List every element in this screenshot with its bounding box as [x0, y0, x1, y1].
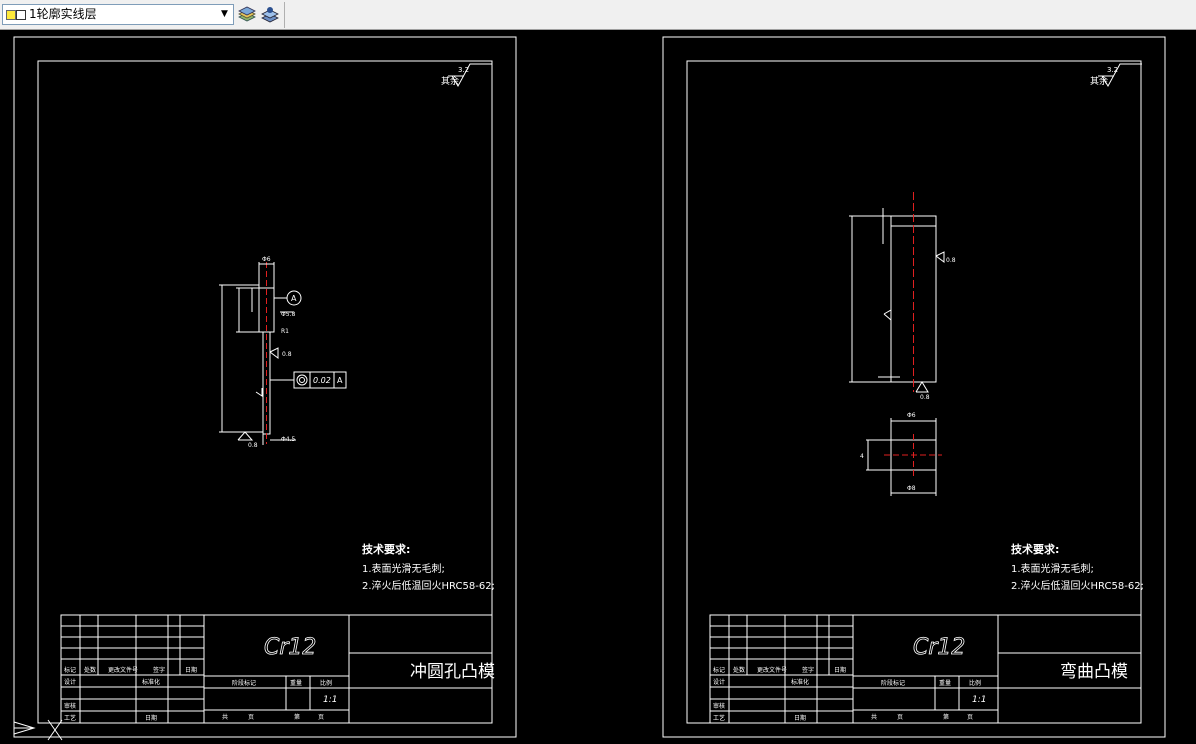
svg-text:设计: 设计 [64, 678, 76, 686]
svg-text:重量: 重量 [939, 679, 951, 687]
svg-text:日期: 日期 [834, 666, 846, 674]
svg-text:0.8: 0.8 [920, 394, 930, 401]
svg-text:更改文件号: 更改文件号 [757, 666, 787, 674]
svg-text:Φ4.5: Φ4.5 [281, 436, 295, 443]
roughness-value: 3.2 [458, 66, 469, 74]
toolbar-separator [284, 2, 285, 28]
layer-manager-icon[interactable] [237, 5, 257, 25]
layer-on-icon [6, 10, 16, 20]
svg-text:标准化: 标准化 [791, 678, 809, 686]
svg-text:重量: 重量 [290, 679, 302, 687]
svg-text:0.8: 0.8 [946, 257, 956, 264]
part-name: 冲圆孔凸模 [410, 662, 495, 682]
layer-states-icon[interactable] [260, 5, 280, 25]
roughness-value: 3.2 [1107, 66, 1118, 74]
svg-text:页: 页 [967, 714, 973, 721]
svg-text:日期: 日期 [145, 714, 157, 722]
svg-text:4: 4 [860, 453, 864, 460]
svg-text:页: 页 [897, 714, 903, 721]
svg-text:签字: 签字 [153, 666, 165, 674]
svg-text:阶段标记: 阶段标记 [881, 679, 905, 687]
svg-text:审核: 审核 [64, 702, 76, 710]
tolerance-value: 0.02 [313, 376, 331, 385]
svg-text:处数: 处数 [84, 666, 96, 674]
roughness-label: 其余 [1090, 75, 1108, 87]
svg-text:Φ8: Φ8 [907, 485, 916, 492]
svg-text:更改文件号: 更改文件号 [108, 666, 138, 674]
svg-text:工艺: 工艺 [64, 714, 76, 722]
title-block-labels: 标记 处数 更改文件号 签字 日期 设计 标准化 审核 工艺 日期 阶段标记 重… [713, 666, 981, 722]
svg-text:设计: 设计 [713, 678, 725, 686]
svg-text:阶段标记: 阶段标记 [232, 679, 256, 687]
datum-label: A [291, 294, 297, 303]
svg-text:审核: 审核 [713, 702, 725, 710]
svg-text:标记: 标记 [64, 666, 76, 674]
svg-text:签字: 签字 [802, 666, 814, 674]
tolerance-datum: A [337, 376, 343, 385]
sheet-left: Φ6 R1 Φ5.8 Φ4.5 0.8 0.8 A 0.02 A [13, 36, 517, 738]
sheet-right: Φ6 Φ8 0.8 0.8 4 [662, 36, 1166, 738]
svg-text:R1: R1 [281, 328, 289, 335]
svg-text:共: 共 [222, 713, 228, 721]
svg-text:日期: 日期 [794, 714, 806, 722]
svg-text:0.8: 0.8 [282, 351, 292, 358]
svg-text:0.8: 0.8 [248, 442, 258, 449]
drawing-canvas[interactable]: Φ6 R1 Φ5.8 Φ4.5 0.8 0.8 A 0.02 A 其余 3.2 … [0, 30, 1196, 744]
tech-requirements-title: 技术要求: [362, 542, 410, 556]
sheet-inner-border [37, 60, 493, 724]
layer-color-icon [16, 10, 26, 20]
chevron-down-icon[interactable]: ▼ [218, 7, 231, 22]
svg-text:处数: 处数 [733, 666, 745, 674]
svg-text:第: 第 [294, 713, 300, 721]
layer-dropdown[interactable]: 1轮廓实线层 ▼ [2, 4, 234, 25]
svg-text:工艺: 工艺 [713, 714, 725, 722]
roughness-label: 其余 [441, 75, 459, 87]
svg-text:比例: 比例 [320, 679, 332, 687]
material-label: Cr12 [264, 635, 316, 660]
svg-text:第: 第 [943, 713, 949, 721]
svg-text:Φ6: Φ6 [262, 256, 271, 263]
svg-text:共: 共 [871, 713, 877, 721]
title-block-labels: 标记 处数 更改文件号 签字 日期 设计 标准化 审核 工艺 日期 阶段标记 重… [64, 666, 332, 722]
svg-text:页: 页 [318, 714, 324, 721]
layer-name: 1轮廓实线层 [29, 7, 97, 21]
tech-requirement-2: 2.淬火后低温回火HRC58-62; [362, 579, 495, 592]
material-label: Cr12 [913, 635, 965, 660]
svg-text:页: 页 [248, 714, 254, 721]
scale-value: 1:1 [972, 695, 986, 705]
tech-requirement-1: 1.表面光滑无毛刺; [362, 562, 445, 575]
bending-punch-drawing [849, 192, 945, 496]
layer-toolbar: 1轮廓实线层 ▼ [0, 0, 1196, 30]
svg-text:标准化: 标准化 [142, 678, 160, 686]
svg-text:日期: 日期 [185, 666, 197, 674]
part-name: 弯曲凸模 [1060, 662, 1128, 682]
scale-value: 1:1 [323, 695, 337, 705]
svg-text:Φ6: Φ6 [907, 412, 916, 419]
sheet-outer-border [13, 36, 517, 738]
tech-requirements-title: 技术要求: [1011, 542, 1059, 556]
svg-text:比例: 比例 [969, 679, 981, 687]
svg-text:标记: 标记 [713, 666, 725, 674]
tech-requirement-1: 1.表面光滑无毛刺; [1011, 562, 1094, 575]
tech-requirement-2: 2.淬火后低温回火HRC58-62; [1011, 579, 1144, 592]
svg-text:Φ5.8: Φ5.8 [281, 311, 295, 318]
bending-dim-text: Φ6 Φ8 0.8 0.8 4 [860, 257, 956, 492]
